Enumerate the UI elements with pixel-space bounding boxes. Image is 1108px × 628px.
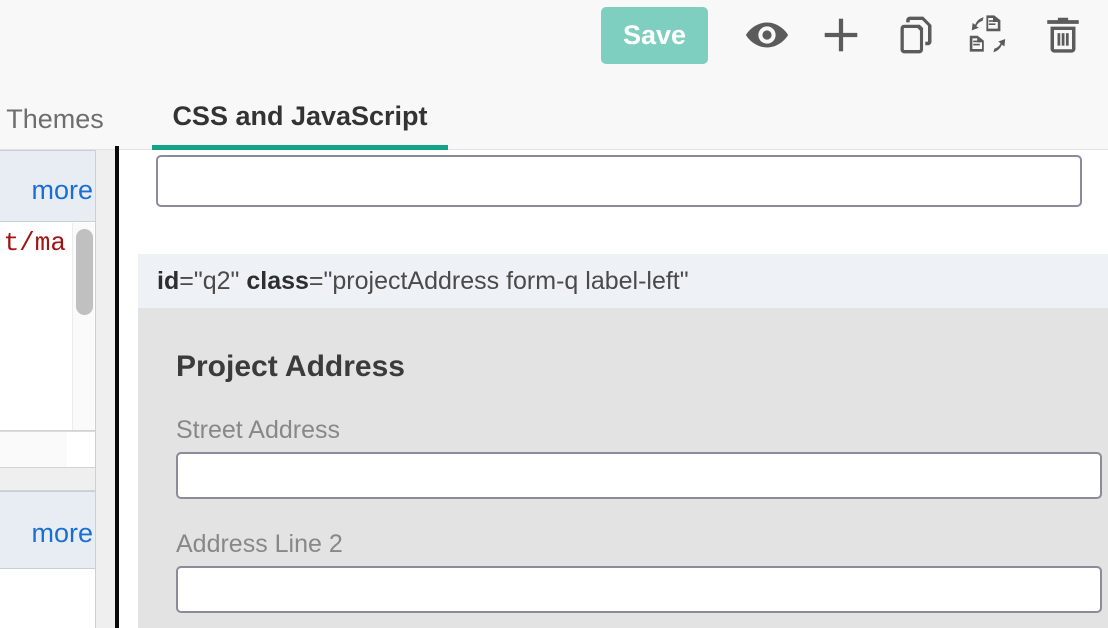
sidebar-scrollbar-1[interactable] bbox=[72, 223, 94, 430]
sidebar-footer-fill-1 bbox=[67, 432, 96, 467]
address-line-2-label: Address Line 2 bbox=[176, 530, 343, 559]
question-attributes-strip: id="q2" class="projectAddress form-q lab… bbox=[138, 254, 1108, 308]
sidebar-code-editor-1[interactable]: t/ma bbox=[0, 223, 96, 431]
sidebar-section-divider bbox=[0, 467, 96, 491]
save-button[interactable]: Save bbox=[601, 7, 708, 64]
copy-icon[interactable] bbox=[878, 4, 952, 66]
tab-themes[interactable]: Themes bbox=[0, 88, 120, 150]
attr-id-key: id bbox=[157, 267, 179, 296]
attr-class-key: class bbox=[246, 267, 309, 296]
attr-class-value: "projectAddress form-q label-left" bbox=[324, 267, 689, 296]
address-line-2-input[interactable] bbox=[176, 566, 1102, 613]
question-title: Project Address bbox=[176, 350, 405, 384]
attr-id-value: "q2" bbox=[194, 267, 240, 296]
replace-sync-icon[interactable] bbox=[952, 4, 1026, 66]
question-block: Project Address Street Address Address L… bbox=[138, 308, 1108, 628]
attr-space bbox=[239, 267, 246, 296]
sidebar-gutter bbox=[96, 150, 116, 628]
trash-icon[interactable] bbox=[1026, 4, 1100, 66]
app-root: Save bbox=[0, 0, 1108, 628]
tab-css-and-javascript[interactable]: CSS and JavaScript bbox=[152, 88, 448, 150]
attr-eq-2: = bbox=[309, 267, 324, 296]
preview-eye-icon[interactable] bbox=[730, 4, 804, 66]
sidebar-scroll-thumb-1[interactable] bbox=[76, 229, 93, 315]
attr-eq-1: = bbox=[179, 267, 194, 296]
sidebar-more-link-1[interactable]: more bbox=[0, 150, 96, 222]
toolbar-action-group: Save bbox=[601, 0, 1100, 70]
top-text-field[interactable] bbox=[156, 155, 1082, 207]
tab-bar: Themes CSS and JavaScript bbox=[0, 88, 1108, 150]
sidebar-editor-footer-1 bbox=[0, 431, 96, 467]
street-address-label: Street Address bbox=[176, 416, 340, 445]
street-address-input[interactable] bbox=[176, 452, 1102, 499]
sidebar-more-link-2[interactable]: more bbox=[0, 491, 96, 569]
add-plus-icon[interactable] bbox=[804, 4, 878, 66]
left-code-sidebar: more t/ma more bbox=[0, 150, 96, 628]
top-toolbar: Save bbox=[0, 0, 1108, 88]
form-preview-panel: id="q2" class="projectAddress form-q lab… bbox=[119, 150, 1108, 628]
